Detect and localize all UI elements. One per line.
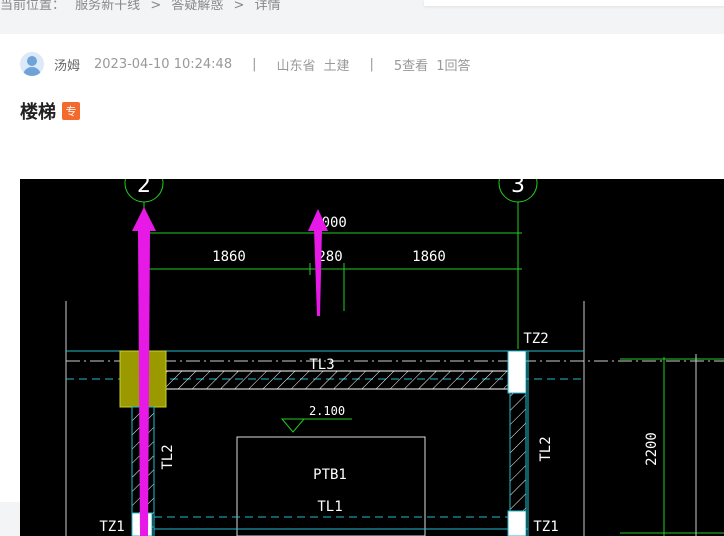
beam-label-tl2-left: TL2 xyxy=(160,444,176,469)
annotation-arrow-shaft-left xyxy=(138,231,150,536)
platform-slab xyxy=(236,436,426,536)
breadcrumb-item-detail: 详情 xyxy=(254,0,281,13)
elevation-marker xyxy=(280,418,306,433)
slab-label-ptb1: PTB1 xyxy=(313,467,347,483)
column-tz1-right xyxy=(507,510,527,536)
breadcrumb-separator: > xyxy=(233,0,245,13)
elevation-value: 2.100 xyxy=(309,404,345,418)
author-name[interactable]: 汤姆 xyxy=(54,55,80,74)
axis-label-2: 2 xyxy=(137,179,151,198)
post-meta: 汤姆 2023-04-10 10:24:48 | 山东省 土建 | 5查看 1回… xyxy=(20,52,470,76)
breadcrumb-label: 当前位置： xyxy=(0,0,66,13)
answer-count: 1回答 xyxy=(436,58,471,74)
view-count: 5查看 xyxy=(393,58,429,74)
column-tz2 xyxy=(507,350,527,394)
beam-section-hatch xyxy=(165,370,509,390)
post-category: 土建 xyxy=(323,58,350,74)
post-title: 楼梯 xyxy=(20,102,56,123)
top-bar: 当前位置： 服务新干线 > 答疑解惑 > 详情 xyxy=(0,0,724,34)
beam-label-tl2-right: TL2 xyxy=(538,436,554,461)
column-label-tz1-left: TZ1 xyxy=(99,519,124,535)
search-box-edge[interactable] xyxy=(424,0,724,6)
column-label-tz2: TZ2 xyxy=(523,331,548,347)
cad-drawing-image[interactable]: 2 3 3000 1860 280 1860 TL3 TL2 TZ2 TL2 2… xyxy=(20,179,724,536)
post-title-row: 楼梯 专 xyxy=(20,98,80,124)
dim-flight-left: 1860 xyxy=(212,249,246,265)
axis-label-3: 3 xyxy=(511,179,525,198)
dim-height: 2200 xyxy=(644,432,660,466)
column-label-tz1-right: TZ1 xyxy=(533,519,558,535)
dim-flight-right: 1860 xyxy=(412,249,446,265)
annotation-arrow-head-left xyxy=(132,207,156,231)
breadcrumb-separator: > xyxy=(150,0,162,13)
meta-divider: | xyxy=(252,56,257,72)
cad-drawing-svg: 2 3 3000 1860 280 1860 TL3 TL2 TZ2 TL2 2… xyxy=(65,179,724,536)
post-card: 汤姆 2023-04-10 10:24:48 | 山东省 土建 | 5查看 1回… xyxy=(0,34,724,536)
expert-badge: 专 xyxy=(62,102,80,120)
post-datetime: 2023-04-10 10:24:48 xyxy=(94,56,233,72)
breadcrumb-item-qa[interactable]: 答疑解惑 xyxy=(171,0,223,13)
right-stair-hatch xyxy=(509,392,527,512)
post-region: 山东省 xyxy=(276,58,316,74)
beam-label-tl1: TL1 xyxy=(317,499,342,515)
beam-label-tl3: TL3 xyxy=(309,357,334,373)
annotation-arrow-shaft-mid xyxy=(314,229,322,316)
breadcrumb: 当前位置： 服务新干线 > 答疑解惑 > 详情 xyxy=(0,0,287,13)
breadcrumb-item-home[interactable]: 服务新干线 xyxy=(75,0,140,13)
avatar[interactable] xyxy=(20,52,44,76)
meta-divider: | xyxy=(369,56,374,72)
